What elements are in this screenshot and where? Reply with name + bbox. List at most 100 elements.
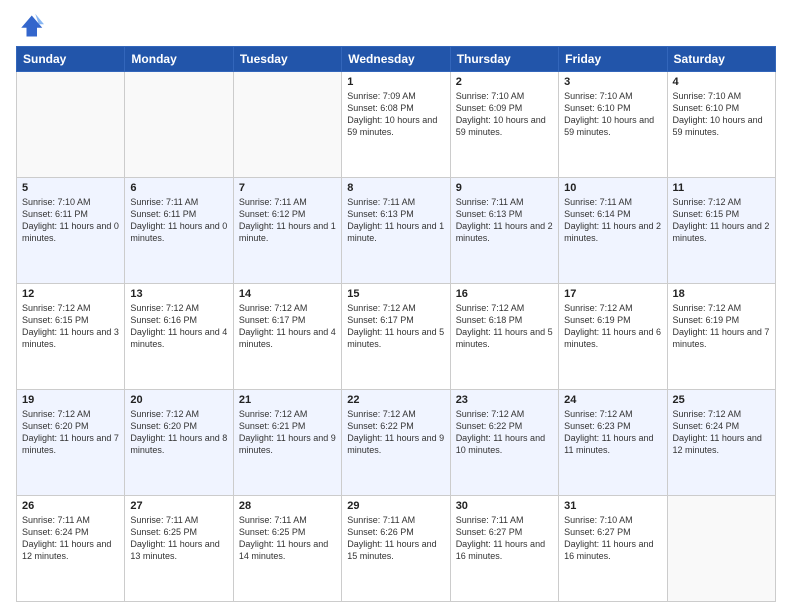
day-number: 12 (22, 288, 119, 300)
col-tuesday: Tuesday (233, 47, 341, 72)
cell-text: Sunrise: 7:11 AM Sunset: 6:14 PM Dayligh… (564, 196, 661, 245)
day-number: 19 (22, 394, 119, 406)
table-row: 30 Sunrise: 7:11 AM Sunset: 6:27 PM Dayli… (450, 496, 558, 602)
table-row: 24Sunrise: 7:12 AM Sunset: 6:23 PM Dayli… (559, 390, 667, 496)
cell-text: Sunrise: 7:12 AM Sunset: 6:20 PM Dayligh… (130, 408, 227, 457)
cell-text: Sunrise: 7:12 AM Sunset: 6:20 PM Dayligh… (22, 408, 119, 457)
day-number: 3 (564, 76, 661, 88)
day-number: 5 (22, 182, 119, 194)
day-number: 15 (347, 288, 444, 300)
day-number: 22 (347, 394, 444, 406)
day-number: 10 (564, 182, 661, 194)
cell-text: Sunrise: 7:12 AM Sunset: 6:22 PM Dayligh… (456, 408, 553, 457)
cell-text: Sunrise: 7:12 AM Sunset: 6:22 PM Dayligh… (347, 408, 444, 457)
table-row: 16 Sunrise: 7:12 AM Sunset: 6:18 PM Dayli… (450, 284, 558, 390)
cell-text: Sunrise: 7:11 AM Sunset: 6:25 PM Dayligh… (130, 514, 227, 563)
table-row: 28 Sunrise: 7:11 AM Sunset: 6:25 PM Dayli… (233, 496, 341, 602)
day-number: 2 (456, 76, 553, 88)
cell-text: Sunrise: 7:10 AM Sunset: 6:11 PM Dayligh… (22, 196, 119, 245)
day-number: 9 (456, 182, 553, 194)
header (16, 12, 776, 40)
day-number: 16 (456, 288, 553, 300)
day-number: 23 (456, 394, 553, 406)
col-sunday: Sunday (17, 47, 125, 72)
calendar-week-3: 12 Sunrise: 7:12 AM Sunset: 6:15 PM Dayli… (17, 284, 776, 390)
cell-text: Sunrise: 7:11 AM Sunset: 6:13 PM Dayligh… (347, 196, 444, 245)
table-row: 19 Sunrise: 7:12 AM Sunset: 6:20 PM Dayli… (17, 390, 125, 496)
logo-icon (16, 12, 44, 40)
col-saturday: Saturday (667, 47, 775, 72)
table-row (233, 72, 341, 178)
day-number: 25 (673, 394, 770, 406)
cell-text: Sunrise: 7:12 AM Sunset: 6:21 PM Dayligh… (239, 408, 336, 457)
table-row (17, 72, 125, 178)
table-row: 6 Sunrise: 7:11 AM Sunset: 6:11 PM Daylig… (125, 178, 233, 284)
day-number: 21 (239, 394, 336, 406)
day-number: 28 (239, 500, 336, 512)
table-row: 23 Sunrise: 7:12 AM Sunset: 6:22 PM Dayli… (450, 390, 558, 496)
day-number: 14 (239, 288, 336, 300)
day-number: 24 (564, 394, 661, 406)
calendar-week-4: 19 Sunrise: 7:12 AM Sunset: 6:20 PM Dayli… (17, 390, 776, 496)
table-row: 31 Sunrise: 7:10 AM Sunset: 6:27 PM Dayli… (559, 496, 667, 602)
day-number: 26 (22, 500, 119, 512)
table-row: 25 Sunrise: 7:12 AM Sunset: 6:24 PM Dayli… (667, 390, 775, 496)
day-number: 18 (673, 288, 770, 300)
table-row (125, 72, 233, 178)
header-row: Sunday Monday Tuesday Wednesday Thursday… (17, 47, 776, 72)
col-wednesday: Wednesday (342, 47, 450, 72)
day-number: 31 (564, 500, 661, 512)
table-row: 3 Sunrise: 7:10 AM Sunset: 6:10 PM Daylig… (559, 72, 667, 178)
day-number: 7 (239, 182, 336, 194)
col-friday: Friday (559, 47, 667, 72)
cell-text: Sunrise: 7:12 AM Sunset: 6:18 PM Dayligh… (456, 302, 553, 351)
cell-text: Sunrise: 7:10 AM Sunset: 6:10 PM Dayligh… (673, 90, 770, 139)
calendar-week-2: 5 Sunrise: 7:10 AM Sunset: 6:11 PM Daylig… (17, 178, 776, 284)
table-row: 12 Sunrise: 7:12 AM Sunset: 6:15 PM Dayli… (17, 284, 125, 390)
cell-text: Sunrise: 7:11 AM Sunset: 6:26 PM Dayligh… (347, 514, 444, 563)
day-number: 17 (564, 288, 661, 300)
table-row: 14Sunrise: 7:12 AM Sunset: 6:17 PM Dayli… (233, 284, 341, 390)
table-row: 11Sunrise: 7:12 AM Sunset: 6:15 PM Dayli… (667, 178, 775, 284)
day-number: 27 (130, 500, 227, 512)
col-thursday: Thursday (450, 47, 558, 72)
table-row: 29 Sunrise: 7:11 AM Sunset: 6:26 PM Dayli… (342, 496, 450, 602)
calendar-week-5: 26 Sunrise: 7:11 AM Sunset: 6:24 PM Dayli… (17, 496, 776, 602)
table-row: 20 Sunrise: 7:12 AM Sunset: 6:20 PM Dayli… (125, 390, 233, 496)
day-number: 20 (130, 394, 227, 406)
cell-text: Sunrise: 7:12 AM Sunset: 6:19 PM Dayligh… (673, 302, 770, 351)
table-row: 15 Sunrise: 7:12 AM Sunset: 6:17 PM Dayli… (342, 284, 450, 390)
cell-text: Sunrise: 7:11 AM Sunset: 6:27 PM Dayligh… (456, 514, 553, 563)
cell-text: Sunrise: 7:11 AM Sunset: 6:25 PM Dayligh… (239, 514, 336, 563)
table-row: 27 Sunrise: 7:11 AM Sunset: 6:25 PM Dayli… (125, 496, 233, 602)
cell-text: Sunrise: 7:12 AM Sunset: 6:17 PM Dayligh… (347, 302, 444, 351)
calendar-table: Sunday Monday Tuesday Wednesday Thursday… (16, 46, 776, 602)
cell-text: Sunrise: 7:11 AM Sunset: 6:24 PM Dayligh… (22, 514, 119, 563)
cell-text: Sunrise: 7:12 AM Sunset: 6:15 PM Dayligh… (22, 302, 119, 351)
cell-text: Sunrise: 7:12 AM Sunset: 6:24 PM Dayligh… (673, 408, 770, 457)
cell-text: Sunrise: 7:12 AM Sunset: 6:16 PM Dayligh… (130, 302, 227, 351)
table-row: 17Sunrise: 7:12 AM Sunset: 6:19 PM Dayli… (559, 284, 667, 390)
table-row: 2Sunrise: 7:10 AM Sunset: 6:09 PM Daylig… (450, 72, 558, 178)
table-row (667, 496, 775, 602)
day-number: 11 (673, 182, 770, 194)
logo (16, 12, 48, 40)
day-number: 13 (130, 288, 227, 300)
table-row: 7 Sunrise: 7:11 AM Sunset: 6:12 PM Daylig… (233, 178, 341, 284)
table-row: 26 Sunrise: 7:11 AM Sunset: 6:24 PM Dayli… (17, 496, 125, 602)
cell-text: Sunrise: 7:11 AM Sunset: 6:12 PM Dayligh… (239, 196, 336, 245)
table-row: 22 Sunrise: 7:12 AM Sunset: 6:22 PM Dayli… (342, 390, 450, 496)
table-row: 21 Sunrise: 7:12 AM Sunset: 6:21 PM Dayli… (233, 390, 341, 496)
table-row: 10 Sunrise: 7:11 AM Sunset: 6:14 PM Dayli… (559, 178, 667, 284)
cell-text: Sunrise: 7:10 AM Sunset: 6:27 PM Dayligh… (564, 514, 661, 563)
cell-text: Sunrise: 7:11 AM Sunset: 6:11 PM Dayligh… (130, 196, 227, 245)
day-number: 29 (347, 500, 444, 512)
day-number: 1 (347, 76, 444, 88)
page: Sunday Monday Tuesday Wednesday Thursday… (0, 0, 792, 612)
table-row: 1Sunrise: 7:09 AM Sunset: 6:08 PM Daylig… (342, 72, 450, 178)
day-number: 4 (673, 76, 770, 88)
col-monday: Monday (125, 47, 233, 72)
day-number: 6 (130, 182, 227, 194)
cell-text: Sunrise: 7:10 AM Sunset: 6:10 PM Dayligh… (564, 90, 661, 139)
day-number: 30 (456, 500, 553, 512)
